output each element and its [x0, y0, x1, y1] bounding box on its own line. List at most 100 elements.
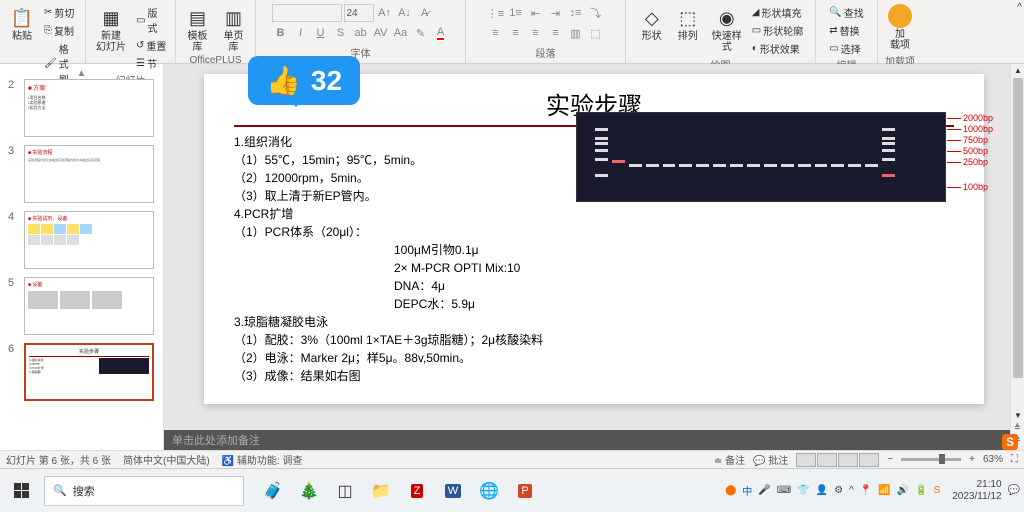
tray-gear-icon[interactable]: ⚙: [834, 485, 843, 496]
shape-effect-button[interactable]: ◐ 形状效果: [750, 40, 805, 57]
start-button[interactable]: [4, 475, 40, 507]
app-edge[interactable]: 🌐: [472, 475, 506, 507]
shadow-button[interactable]: ab: [352, 24, 370, 42]
align-center-button[interactable]: ≡: [507, 24, 525, 42]
vertical-scrollbar[interactable]: ▲ ▼ ≜ ≜: [1010, 64, 1024, 450]
thumbnail-5[interactable]: 5■ 设备: [8, 277, 155, 335]
slide-thumbnails-panel: ▲ 2■ 方案•项目名称•实验原理•实验方法 3■ 实验流程实验流程内容文本描述…: [0, 64, 164, 450]
notes-pane[interactable]: 单击此处添加备注: [164, 430, 1024, 450]
tray-person-icon[interactable]: 👤: [816, 485, 828, 496]
bold-button[interactable]: B: [272, 24, 290, 42]
like-badge[interactable]: 👍 32: [248, 56, 360, 105]
strike-button[interactable]: S: [332, 24, 350, 42]
clear-format-button[interactable]: A̷: [416, 4, 434, 22]
indent-right-button[interactable]: ⇥: [547, 4, 565, 22]
thumbnail-6[interactable]: 6实验步骤1.组织消化(1)55℃4.PCR扩增3.琼脂糖: [8, 343, 155, 401]
underline-button[interactable]: U: [312, 24, 330, 42]
app-word[interactable]: W: [436, 475, 470, 507]
tray-expand-icon[interactable]: ^: [849, 485, 854, 496]
new-slide-button[interactable]: ▦新建 幻灯片: [92, 4, 130, 55]
task-view-button[interactable]: ◫: [328, 475, 362, 507]
gel-size-labels: 2000bp 1000bp 750bp 500bp 250bp 100bp: [947, 113, 993, 193]
font-color-button[interactable]: A: [432, 24, 450, 42]
app-zotero[interactable]: Z: [400, 475, 434, 507]
zoom-in-button[interactable]: +: [969, 454, 975, 465]
shape-fill-button[interactable]: ◢ 形状填充: [750, 4, 805, 21]
tray-keyboard-icon[interactable]: ⌨: [777, 485, 791, 496]
thumbnail-2[interactable]: 2■ 方案•项目名称•实验原理•实验方法: [8, 79, 155, 137]
singlepage-button[interactable]: ▥单页库: [218, 4, 250, 55]
shapes-button[interactable]: ◇形状: [636, 4, 668, 44]
line-spacing-button[interactable]: ↕≡: [567, 4, 585, 22]
language-status[interactable]: 简体中文(中国大陆): [123, 452, 210, 467]
italic-button[interactable]: I: [292, 24, 310, 42]
decrease-font-button[interactable]: A↓: [396, 4, 414, 22]
accessibility-status[interactable]: ♿ 辅助功能: 调查: [222, 452, 303, 467]
tray-notifications-icon[interactable]: 💬: [1008, 485, 1020, 496]
app-explorer[interactable]: 📁: [364, 475, 398, 507]
new-slide-icon: ▦: [99, 6, 123, 30]
zoom-level[interactable]: 63%: [983, 454, 1003, 465]
spacing-button[interactable]: AV: [372, 24, 390, 42]
thumbnail-4[interactable]: 4■ 实验试剂、设备: [8, 211, 155, 269]
tray-sogou2-icon[interactable]: S: [934, 485, 941, 496]
shape-outline-button[interactable]: ▭ 形状轮廓: [750, 22, 805, 39]
notes-toggle[interactable]: ≐ 备注: [714, 452, 745, 467]
slide-editor: 实验步骤 1.组织消化 （1）55℃，15min；95℃，5min。 （2）12…: [164, 64, 1024, 450]
ribbon: 📋粘贴 ✂ 剪切 ⎘ 复制 🖌 格式刷 剪贴板 ▦新建 幻灯片 ▭ 版式 ↺ 重…: [0, 0, 1024, 64]
current-slide[interactable]: 实验步骤 1.组织消化 （1）55℃，15min；95℃，5min。 （2）12…: [204, 74, 984, 404]
cut-button[interactable]: ✂ 剪切: [42, 4, 79, 21]
align-left-button[interactable]: ≡: [487, 24, 505, 42]
columns-button[interactable]: ▥: [567, 24, 585, 42]
text-direction-button[interactable]: ⤵: [587, 4, 605, 22]
taskbar-search[interactable]: 🔍搜索: [44, 476, 244, 506]
zoom-out-button[interactable]: −: [887, 454, 893, 465]
smartart-button[interactable]: ⬚: [587, 24, 605, 42]
select-button[interactable]: ▭ 选择: [827, 40, 865, 57]
copy-button[interactable]: ⎘ 复制: [42, 22, 79, 39]
font-family-input[interactable]: [272, 4, 342, 22]
quickstyle-button[interactable]: ◉快速样 式: [708, 4, 746, 55]
tray-location-icon[interactable]: 📍: [860, 485, 872, 496]
find-button[interactable]: 🔍 查找: [827, 4, 865, 21]
view-buttons[interactable]: [796, 453, 879, 467]
search-icon: 🔍: [53, 484, 67, 497]
ime-badge[interactable]: S: [1002, 434, 1018, 450]
reset-button[interactable]: ↺ 重置: [134, 37, 169, 54]
layout-button[interactable]: ▭ 版式: [134, 4, 169, 36]
comments-toggle[interactable]: 💬 批注: [753, 452, 788, 467]
tray-shirt-icon[interactable]: 👕: [797, 485, 809, 496]
page-icon: ▥: [222, 6, 246, 30]
like-count: 32: [311, 65, 342, 97]
addin-icon: [888, 4, 912, 28]
style-icon: ◉: [715, 6, 739, 30]
highlight-button[interactable]: ✎: [412, 24, 430, 42]
fit-button[interactable]: ⛶: [1011, 454, 1018, 465]
addins-button[interactable]: 加 载项: [884, 2, 916, 53]
template-button[interactable]: ▤模板库: [182, 4, 214, 55]
zoom-slider[interactable]: [901, 458, 961, 461]
tray-volume-icon[interactable]: 🔊: [897, 485, 909, 496]
tray-sogou-icon[interactable]: ⬤: [725, 485, 736, 496]
bullets-button[interactable]: ⋮≡: [487, 4, 505, 22]
numbering-button[interactable]: 1≡: [507, 4, 525, 22]
case-button[interactable]: Aa: [392, 24, 410, 42]
tray-clock[interactable]: 21:102023/11/12: [952, 479, 1001, 503]
paste-button[interactable]: 📋粘贴: [6, 4, 38, 44]
app-tree[interactable]: 🎄: [292, 475, 326, 507]
arrange-button[interactable]: ⬚排列: [672, 4, 704, 44]
tray-ime-lang[interactable]: 中: [742, 483, 752, 498]
app-powerpoint[interactable]: P: [508, 475, 542, 507]
tray-battery-icon[interactable]: 🔋: [915, 485, 927, 496]
thumbnail-3[interactable]: 3■ 实验流程实验流程内容文本描述实验流程内容文本描述实验流程: [8, 145, 155, 203]
tray-mic-icon[interactable]: 🎤: [758, 485, 770, 496]
indent-left-button[interactable]: ⇤: [527, 4, 545, 22]
increase-font-button[interactable]: A↑: [376, 4, 394, 22]
align-right-button[interactable]: ≡: [527, 24, 545, 42]
tray-wifi-icon[interactable]: 📶: [878, 485, 890, 496]
collapse-ribbon-button[interactable]: ^: [1017, 2, 1022, 13]
justify-button[interactable]: ≡: [547, 24, 565, 42]
app-luggage[interactable]: 🧳: [256, 475, 290, 507]
font-size-input[interactable]: [344, 4, 374, 22]
replace-button[interactable]: ⇄ 替换: [827, 22, 865, 39]
